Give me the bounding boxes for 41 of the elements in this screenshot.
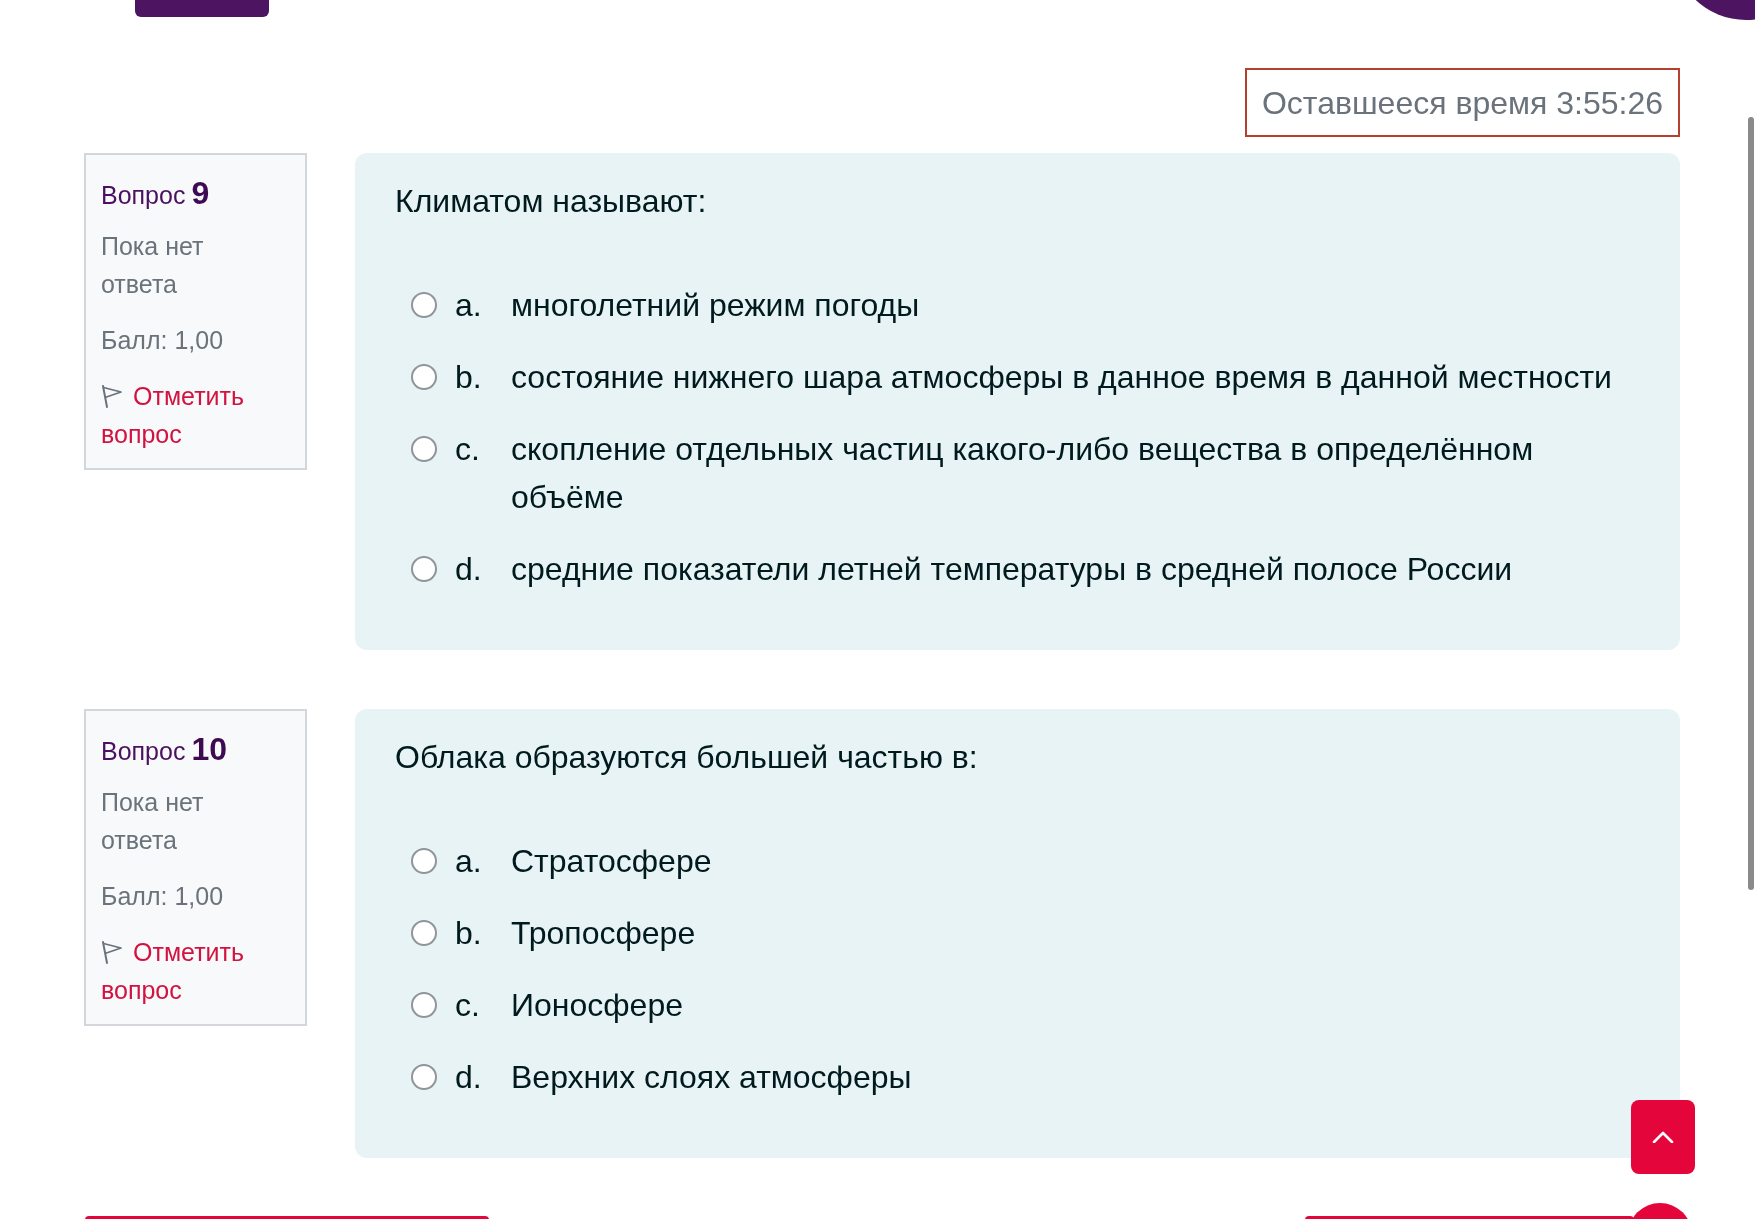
option-letter: b. bbox=[455, 359, 482, 395]
radio-button[interactable] bbox=[411, 848, 437, 874]
option-text: средние показатели летней температуры в средней полосе России bbox=[511, 551, 1513, 587]
option-text: Стратосфере bbox=[511, 843, 712, 879]
scrollbar-thumb[interactable] bbox=[1748, 117, 1754, 890]
radio-button[interactable] bbox=[411, 556, 437, 582]
option-letter: b. bbox=[455, 915, 482, 951]
radio-button[interactable] bbox=[411, 992, 437, 1018]
answer-status: Пока нет ответа bbox=[101, 231, 205, 300]
option-letter: d. bbox=[455, 551, 482, 587]
question-number: 10 bbox=[191, 730, 228, 769]
option-letter: c. bbox=[455, 431, 480, 467]
answer-status: Пока нет ответа bbox=[101, 787, 205, 856]
radio-button[interactable] bbox=[411, 292, 437, 318]
option-letter: a. bbox=[455, 843, 482, 879]
time-remaining: Оставшееся время 3:55:26 bbox=[1244, 68, 1680, 137]
option-text: Тропосфере bbox=[511, 915, 696, 951]
option-text: Ионосфере bbox=[511, 987, 683, 1023]
option-text: Верхних слоях атмосферы bbox=[511, 1059, 912, 1095]
question-text: Облака образуются большей частью в: bbox=[395, 738, 978, 777]
round-button-edge[interactable] bbox=[1696, 0, 1755, 20]
question-text: Климатом называют: bbox=[395, 182, 707, 221]
radio-button[interactable] bbox=[411, 436, 437, 462]
option-text: многолетний режим погоды bbox=[511, 287, 920, 323]
radio-button[interactable] bbox=[411, 364, 437, 390]
question-label: Вопрос bbox=[101, 180, 186, 211]
option-letter: a. bbox=[455, 287, 482, 323]
scroll-to-top-button[interactable] bbox=[1631, 1100, 1695, 1174]
radio-button[interactable] bbox=[411, 1064, 437, 1090]
flag-question-link[interactable]: Отметить вопрос bbox=[101, 933, 281, 1009]
option-letter: c. bbox=[455, 987, 480, 1023]
question-score: Балл: 1,00 bbox=[101, 881, 225, 912]
chevron-up-icon bbox=[1652, 1131, 1674, 1143]
radio-button[interactable] bbox=[411, 920, 437, 946]
flag-question-link[interactable]: Отметить вопрос bbox=[101, 377, 281, 453]
option-text: скопление отдельных частиц какого-либо вещества в определённом объёме bbox=[511, 431, 1534, 515]
question-label: Вопрос bbox=[101, 736, 186, 767]
question-score: Балл: 1,00 bbox=[101, 325, 225, 356]
option-letter: d. bbox=[455, 1059, 482, 1095]
question-number: 9 bbox=[191, 174, 210, 213]
option-text: состояние нижнего шара атмосферы в данное время в данной местности bbox=[511, 359, 1612, 395]
